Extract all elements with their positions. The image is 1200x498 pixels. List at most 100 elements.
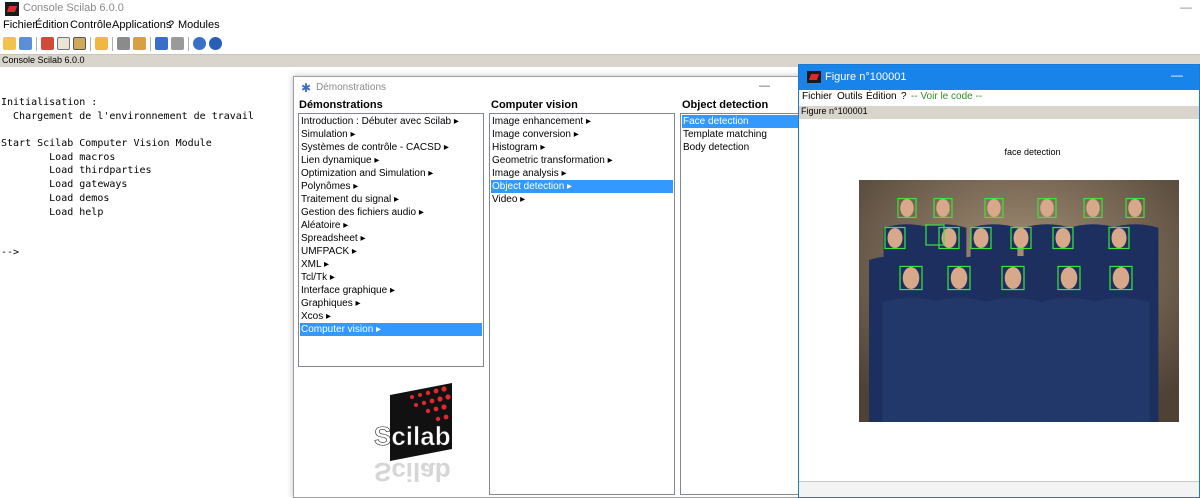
console-output[interactable]: Initialisation : Chargement de l'environ…: [0, 67, 295, 498]
toolbar-separator: [112, 37, 113, 51]
console-prompt[interactable]: -->: [1, 247, 19, 258]
person-face: [987, 199, 1001, 217]
computer-vision-list-item[interactable]: Image conversion ▸: [491, 128, 673, 141]
help-icon[interactable]: [209, 37, 222, 50]
menu-edition[interactable]: Édition: [35, 19, 69, 31]
column-header-demonstrations: Démonstrations: [299, 99, 383, 111]
minimize-button[interactable]: —: [1180, 0, 1192, 14]
print-icon[interactable]: [117, 37, 130, 50]
paste-icon[interactable]: [73, 37, 86, 50]
figure-menu-edition[interactable]: Édition: [866, 91, 897, 102]
computer-vision-list[interactable]: Image enhancement ▸ Image conversion ▸ His…: [489, 113, 675, 495]
person-face: [936, 199, 950, 217]
logo-text: Scilab: [374, 421, 451, 451]
new-script-icon[interactable]: [3, 37, 16, 50]
demonstrations-list-item[interactable]: Computer vision ▸: [300, 323, 482, 336]
demos-icon[interactable]: [193, 37, 206, 50]
console-line: Load macros: [1, 152, 116, 163]
demonstrations-list-item[interactable]: Tcl/Tk ▸: [300, 271, 482, 284]
figure-minimize-button[interactable]: —: [1171, 68, 1183, 82]
clear-icon[interactable]: [95, 37, 108, 50]
window-title: Console Scilab 6.0.0: [23, 2, 124, 14]
browser-icon[interactable]: [133, 37, 146, 50]
person-face: [1055, 228, 1071, 248]
console-line: Load demos: [1, 193, 110, 204]
toolbar: [0, 34, 1200, 54]
console-titlebar: Console Scilab 6.0.0 —: [0, 0, 1200, 18]
person-body: [984, 297, 1042, 422]
person-face: [902, 267, 920, 289]
gear-icon: ✱: [301, 81, 312, 95]
demonstrations-list-item[interactable]: Simulation ▸: [300, 128, 482, 141]
console-line: Initialisation :: [1, 97, 98, 108]
column-header-object-detection: Object detection: [682, 99, 769, 111]
figure-status-bar: Figure n°100001: [799, 106, 1199, 119]
figure-menu-fichier[interactable]: Fichier: [802, 91, 832, 102]
computer-vision-list-item[interactable]: Geometric transformation ▸: [491, 154, 673, 167]
figure-menu-help[interactable]: ?: [901, 91, 907, 102]
face-detection-image: [859, 180, 1179, 422]
figure-title: Figure n°100001: [825, 71, 907, 83]
logo-reflection: Scilab: [374, 457, 451, 487]
console-line: Load thirdparties: [1, 165, 152, 176]
demonstrations-list-item[interactable]: Aléatoire ▸: [300, 219, 482, 232]
demonstrations-list-item[interactable]: Xcos ▸: [300, 310, 482, 323]
person-face: [1128, 199, 1142, 217]
demonstrations-list-item[interactable]: Traitement du signal ▸: [300, 193, 482, 206]
copy-icon[interactable]: [57, 37, 70, 50]
menu-fichier[interactable]: Fichier: [3, 19, 36, 31]
computer-vision-list-item[interactable]: Video ▸: [491, 193, 673, 206]
modules-icon[interactable]: [171, 37, 184, 50]
toolbar-separator: [150, 37, 151, 51]
person-face: [1112, 267, 1130, 289]
console-line: Load gateways: [1, 179, 128, 190]
demonstrations-list-item[interactable]: Gestion des fichiers audio ▸: [300, 206, 482, 219]
person-body: [1092, 297, 1150, 422]
person-face: [1060, 267, 1078, 289]
computer-vision-list-item[interactable]: Image enhancement ▸: [491, 115, 673, 128]
demonstrations-list-item[interactable]: Spreadsheet ▸: [300, 232, 482, 245]
demonstrations-list-item[interactable]: Interface graphique ▸: [300, 284, 482, 297]
console-line: Start Scilab Computer Vision Module: [1, 138, 212, 149]
demonstrations-list-item[interactable]: Polynômes ▸: [300, 180, 482, 193]
person-body: [1040, 297, 1098, 422]
menu-help[interactable]: ?: [168, 19, 174, 31]
person-face: [1004, 267, 1022, 289]
demonstrations-list-item[interactable]: XML ▸: [300, 258, 482, 271]
menubar: Fichier Édition Contrôle Applications ? …: [0, 19, 1200, 34]
cut-icon[interactable]: [41, 37, 54, 50]
person-face: [1111, 228, 1127, 248]
scilab-app-icon: [5, 2, 19, 16]
plot-title: face detection: [1004, 147, 1061, 157]
demonstrations-list[interactable]: Introduction : Débuter avec Scilab ▸ Simu…: [298, 113, 484, 367]
demonstrations-list-item[interactable]: Systèmes de contrôle - CACSD ▸: [300, 141, 482, 154]
open-file-icon[interactable]: [19, 37, 32, 50]
menu-applications[interactable]: Applications: [112, 19, 171, 31]
menu-modules[interactable]: Modules: [178, 19, 220, 31]
demonstrations-list-item[interactable]: Optimization and Simulation ▸: [300, 167, 482, 180]
figure-bottom-bar: [799, 481, 1199, 497]
figure-menu-view-code[interactable]: -- Voir le code --: [911, 91, 982, 102]
person-face: [1086, 199, 1100, 217]
computer-vision-list-item[interactable]: Image analysis ▸: [491, 167, 673, 180]
person-body: [930, 297, 988, 422]
person-face: [973, 228, 989, 248]
demonstrations-list-item[interactable]: Lien dynamique ▸: [300, 154, 482, 167]
computer-vision-list-item[interactable]: Object detection ▸: [491, 180, 673, 193]
column-header-computer-vision: Computer vision: [491, 99, 578, 111]
figure-menubar: Fichier Outils Édition ? -- Voir le code…: [799, 90, 1199, 104]
menu-controle[interactable]: Contrôle: [70, 19, 112, 31]
person-face: [1013, 228, 1029, 248]
demonstrations-list-item[interactable]: UMFPACK ▸: [300, 245, 482, 258]
console-line: Chargement de l'environnement de travail: [1, 111, 254, 122]
computer-vision-list-item[interactable]: Histogram ▸: [491, 141, 673, 154]
console-tab-label: Console Scilab 6.0.0: [2, 55, 85, 65]
demo-minimize-button[interactable]: —: [759, 80, 770, 92]
person-face: [1040, 199, 1054, 217]
console-icon[interactable]: [155, 37, 168, 50]
demo-titlebar: ✱ Démonstrations —: [294, 77, 870, 99]
figure-menu-outils[interactable]: Outils: [837, 91, 863, 102]
demonstrations-list-item[interactable]: Introduction : Débuter avec Scilab ▸: [300, 115, 482, 128]
demonstrations-list-item[interactable]: Graphiques ▸: [300, 297, 482, 310]
toolbar-separator: [90, 37, 91, 51]
